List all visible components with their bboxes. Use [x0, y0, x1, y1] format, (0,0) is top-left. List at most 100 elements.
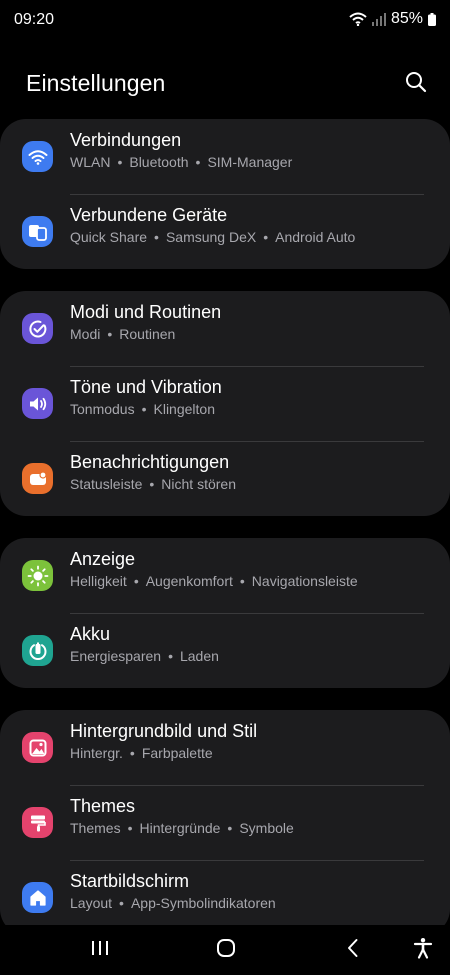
header: Einstellungen	[0, 62, 450, 108]
settings-item-anzeige[interactable]: Anzeige Helligkeit • Augenkomfort • Navigati…	[0, 538, 450, 613]
subtitle-part: Android Auto	[275, 229, 356, 245]
separator-dot: •	[129, 745, 135, 761]
subtitle-part: Klingelton	[153, 401, 216, 417]
settings-group-connections: Verbindungen WLAN • Bluetooth • SIM-Manager …	[0, 119, 450, 269]
item-subtitle: Modi • Routinen	[70, 326, 175, 342]
devices-icon	[22, 216, 53, 247]
separator-dot: •	[117, 154, 123, 170]
item-subtitle: Hintergr. • Farbpalette	[70, 745, 213, 761]
subtitle-part: Bluetooth	[129, 154, 189, 170]
settings-item-hintergrundbild-und-stil[interactable]: Hintergrundbild und Stil Hintergr. • Farbp…	[0, 710, 450, 785]
back-icon	[346, 938, 360, 963]
settings-item-toene-und-vibration[interactable]: Töne und Vibration Tonmodus • Klingelton	[0, 366, 450, 441]
page-title: Einstellungen	[26, 70, 166, 96]
check-circle-icon	[22, 313, 53, 344]
home-icon	[22, 882, 53, 913]
settings-item-akku[interactable]: Akku Energiesparen • Laden	[0, 613, 450, 688]
item-title: Benachrichtigungen	[70, 452, 230, 472]
item-subtitle: Statusleiste • Nicht stören	[70, 476, 236, 492]
wallpaper-icon	[22, 732, 53, 763]
settings-item-verbindungen[interactable]: Verbindungen WLAN • Bluetooth • SIM-Manager	[0, 119, 450, 194]
settings-group-sound: Modi und Routinen Modi • Routinen Töne und…	[0, 291, 450, 516]
subtitle-part: App-Symbolindikatoren	[130, 895, 276, 911]
item-title: Akku	[70, 624, 111, 644]
item-title: Hintergrundbild und Stil	[70, 721, 258, 741]
separator-dot: •	[263, 229, 269, 245]
wifi-icon	[22, 141, 53, 172]
separator-dot: •	[239, 573, 245, 589]
item-title: Startbildschirm	[70, 871, 190, 891]
search-icon	[405, 71, 427, 98]
settings-item-startbildschirm[interactable]: Startbildschirm Layout • App-Symbolindikat…	[0, 860, 450, 935]
battery-care-icon	[22, 635, 53, 666]
settings-item-modi-und-routinen[interactable]: Modi und Routinen Modi • Routinen	[0, 291, 450, 366]
accessibility-button[interactable]	[408, 935, 438, 965]
separator-dot: •	[127, 820, 133, 836]
item-subtitle: Themes • Hintergründe • Symbole	[70, 820, 294, 836]
item-subtitle: Energiesparen • Laden	[70, 648, 219, 664]
back-button[interactable]	[338, 935, 368, 965]
accessibility-icon	[413, 937, 433, 964]
subtitle-part: Statusleiste	[70, 476, 143, 492]
subtitle-part: SIM-Manager	[207, 154, 293, 170]
item-title: Themes	[70, 796, 136, 816]
subtitle-part: Tonmodus	[70, 401, 135, 417]
settings-group-display: Anzeige Helligkeit • Augenkomfort • Navigati…	[0, 538, 450, 688]
status-icons: 85%	[349, 10, 436, 28]
subtitle-part: Symbole	[239, 820, 294, 836]
subtitle-part: Farbpalette	[141, 745, 213, 761]
item-subtitle: WLAN • Bluetooth • SIM-Manager	[70, 154, 292, 170]
subtitle-part: Navigationsleiste	[251, 573, 358, 589]
separator-dot: •	[149, 476, 155, 492]
subtitle-part: Themes	[70, 820, 121, 836]
subtitle-part: Energiesparen	[70, 648, 162, 664]
notification-icon	[22, 463, 53, 494]
separator-dot: •	[107, 326, 113, 342]
settings-item-themes[interactable]: Themes Themes • Hintergründe • Symbole	[0, 785, 450, 860]
settings-item-benachrichtigungen[interactable]: Benachrichtigungen Statusleiste • Nicht st…	[0, 441, 450, 516]
separator-dot: •	[141, 401, 147, 417]
status-time: 09:20	[14, 11, 55, 28]
navigation-bar	[0, 925, 450, 975]
battery-icon	[428, 12, 436, 26]
item-subtitle: Helligkeit • Augenkomfort • Navigationsleist…	[70, 573, 358, 589]
item-title: Töne und Vibration	[70, 377, 222, 397]
item-title: Verbindungen	[70, 130, 182, 150]
subtitle-part: Hintergründe	[139, 820, 221, 836]
settings-group-personalization: Hintergrundbild und Stil Hintergr. • Farbp…	[0, 710, 450, 935]
wifi-icon	[349, 12, 367, 26]
settings-list: Verbindungen WLAN • Bluetooth • SIM-Manager …	[0, 119, 450, 957]
item-title: Verbundene Geräte	[70, 205, 228, 225]
status-bar: 09:20 85%	[0, 0, 450, 40]
home-button-icon	[216, 938, 236, 963]
recents-button[interactable]	[85, 935, 115, 965]
separator-dot: •	[133, 573, 139, 589]
home-button[interactable]	[211, 935, 241, 965]
subtitle-part: WLAN	[70, 154, 111, 170]
subtitle-part: Routinen	[119, 326, 176, 342]
sun-icon	[22, 560, 53, 591]
brush-icon	[22, 807, 53, 838]
subtitle-part: Hintergr.	[70, 745, 123, 761]
recents-icon	[90, 939, 110, 962]
separator-dot: •	[195, 154, 201, 170]
speaker-icon	[22, 388, 53, 419]
subtitle-part: Nicht stören	[161, 476, 236, 492]
subtitle-part: Laden	[179, 648, 219, 664]
item-subtitle: Layout • App-Symbolindikatoren	[70, 895, 276, 911]
separator-dot: •	[119, 895, 124, 911]
signal-icon	[371, 12, 386, 26]
search-button[interactable]	[402, 70, 430, 98]
subtitle-part: Augenkomfort	[145, 573, 233, 589]
item-title: Anzeige	[70, 549, 136, 569]
separator-dot: •	[168, 648, 173, 664]
separator-dot: •	[227, 820, 233, 836]
settings-item-verbundene-geraete[interactable]: Verbundene Geräte Quick Share • Samsung De…	[0, 194, 450, 269]
item-subtitle: Tonmodus • Klingelton	[70, 401, 215, 417]
subtitle-part: Layout	[70, 895, 113, 911]
subtitle-part: Quick Share	[70, 229, 148, 245]
subtitle-part: Helligkeit	[70, 573, 127, 589]
item-title: Modi und Routinen	[70, 302, 222, 322]
separator-dot: •	[154, 229, 159, 245]
item-subtitle: Quick Share • Samsung DeX • Android Auto	[70, 229, 355, 245]
